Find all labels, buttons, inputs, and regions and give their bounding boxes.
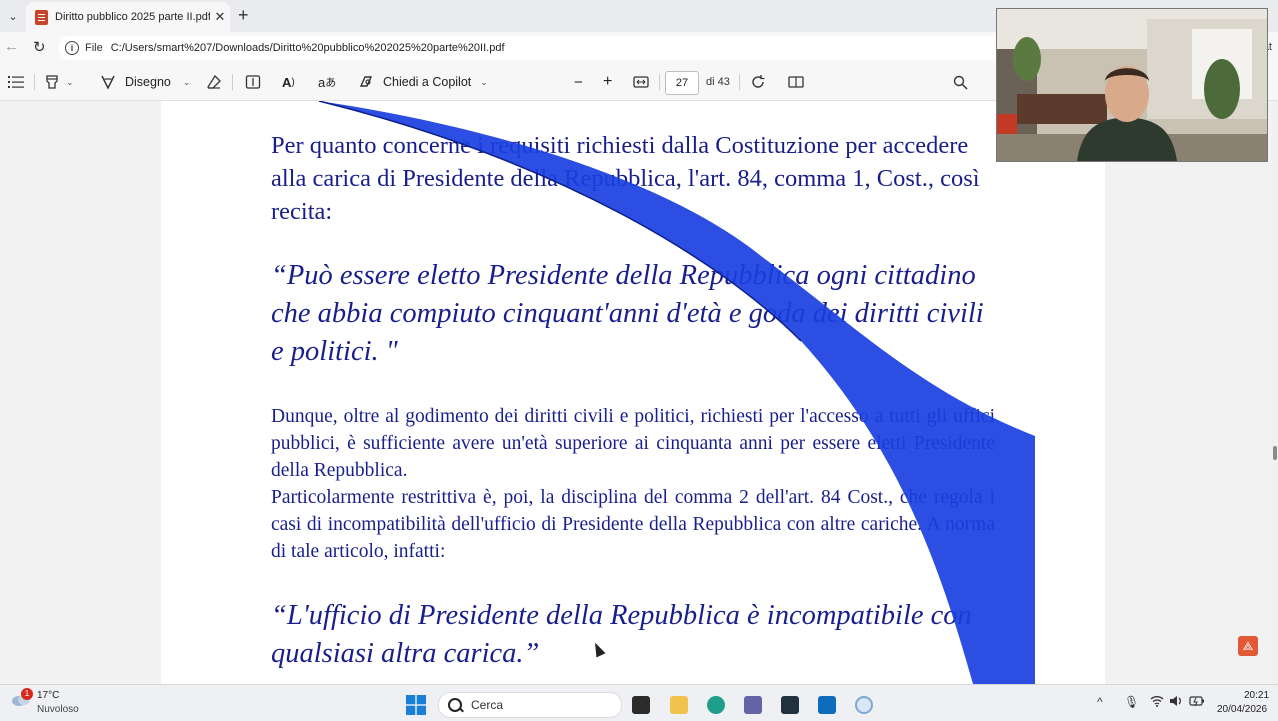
translate-icon[interactable]: aあ (318, 64, 336, 100)
clock-date[interactable]: 20/04/2026 (1217, 704, 1267, 715)
back-arrow-icon[interactable]: ← (4, 38, 19, 55)
weather-description[interactable]: Nuvoloso (37, 704, 79, 715)
reload-icon[interactable]: ↻ (33, 38, 46, 56)
clock-time[interactable]: 20:21 (1244, 690, 1269, 701)
copilot-button[interactable]: Chiedi a Copilot ⌄ (358, 64, 488, 100)
file-explorer-icon[interactable] (670, 696, 688, 714)
zoom-out-button[interactable]: − (574, 64, 583, 100)
draw-button[interactable]: Disegno ⌄ (100, 64, 190, 100)
task-view-icon[interactable] (632, 696, 650, 714)
eraser-icon[interactable] (206, 64, 222, 100)
toolbar-divider (232, 74, 233, 90)
tab-active-pdf[interactable]: Diritto pubblico 2025 parte II.pdf ✕ (26, 2, 230, 32)
contents-list-icon[interactable] (8, 64, 24, 100)
search-icon[interactable] (953, 64, 968, 100)
weather-temperature[interactable]: 17°C (37, 690, 59, 701)
taskbar-search-label: Cerca (471, 698, 504, 712)
acrobat-icon[interactable]: ⟁ (1238, 636, 1258, 656)
zoom-in-button[interactable]: + (603, 64, 612, 100)
taskbar: 1 17°C Nuvoloso Cerca ^ 🎙 20:21 20/04/20… (0, 684, 1278, 721)
draw-label: Disegno (125, 75, 171, 89)
highlight-button[interactable]: ⌄ (44, 64, 74, 100)
highlighter-icon (46, 75, 58, 89)
volume-icon[interactable] (1169, 695, 1183, 710)
wifi-icon[interactable] (1150, 695, 1164, 710)
pdf-page: Per quanto concerne i requisiti richiest… (161, 101, 1105, 684)
toolbar-divider (659, 74, 660, 90)
fit-page-icon[interactable] (633, 64, 649, 100)
search-icon (448, 698, 462, 712)
webcam-video-image (997, 9, 1267, 161)
chevron-down-icon[interactable]: ⌄ (480, 77, 488, 88)
page-total-label: di 43 (706, 76, 730, 88)
chevron-up-icon[interactable]: ^ (1097, 695, 1103, 709)
store-icon[interactable] (781, 696, 799, 714)
copilot-icon (359, 76, 373, 87)
page-curl-decoration (318, 101, 1035, 684)
chevron-down-icon[interactable]: ⌄ (183, 77, 191, 88)
url-input[interactable]: i File C:/Users/smart%207/Downloads/Diri… (58, 36, 1008, 60)
battery-icon[interactable] (1189, 695, 1205, 710)
copilot-label: Chiedi a Copilot (383, 75, 472, 89)
toolbar-divider (739, 74, 740, 90)
tab-title: Diritto pubblico 2025 parte II.pdf (55, 11, 210, 23)
chevron-down-icon[interactable]: ⌄ (66, 77, 74, 88)
page-number-input[interactable]: 27 (665, 71, 699, 95)
info-icon[interactable]: i (65, 41, 79, 55)
vertical-scrollbar[interactable] (1272, 101, 1278, 684)
toolbar-divider (34, 74, 35, 90)
notification-badge: 1 (21, 688, 33, 700)
recording-app-icon[interactable] (855, 696, 873, 714)
mail-icon[interactable] (818, 696, 836, 714)
microphone-icon[interactable]: 🎙 (1124, 695, 1139, 709)
pdf-viewport[interactable]: Per quanto concerne i requisiti richiest… (0, 101, 1272, 684)
new-tab-button[interactable]: + (238, 5, 249, 26)
teams-icon[interactable] (744, 696, 762, 714)
pdf-file-icon (35, 9, 48, 25)
windows-start-icon[interactable] (406, 695, 426, 715)
url-scheme: File (85, 42, 103, 54)
read-aloud-icon[interactable]: A) (282, 64, 295, 100)
edge-browser-icon[interactable] (707, 696, 725, 714)
draw-pen-icon (101, 75, 115, 90)
page-view-icon[interactable] (788, 64, 804, 100)
rotate-icon[interactable] (750, 64, 766, 100)
taskbar-search-box[interactable]: Cerca (438, 692, 622, 718)
text-box-icon[interactable] (245, 64, 261, 100)
webcam-overlay (996, 8, 1268, 162)
tab-close-icon[interactable]: ✕ (210, 9, 230, 25)
tab-actions-chevron-icon[interactable]: ⌄ (2, 6, 24, 26)
scrollbar-thumb[interactable] (1273, 446, 1277, 460)
url-text: C:/Users/smart%207/Downloads/Diritto%20p… (110, 42, 505, 54)
